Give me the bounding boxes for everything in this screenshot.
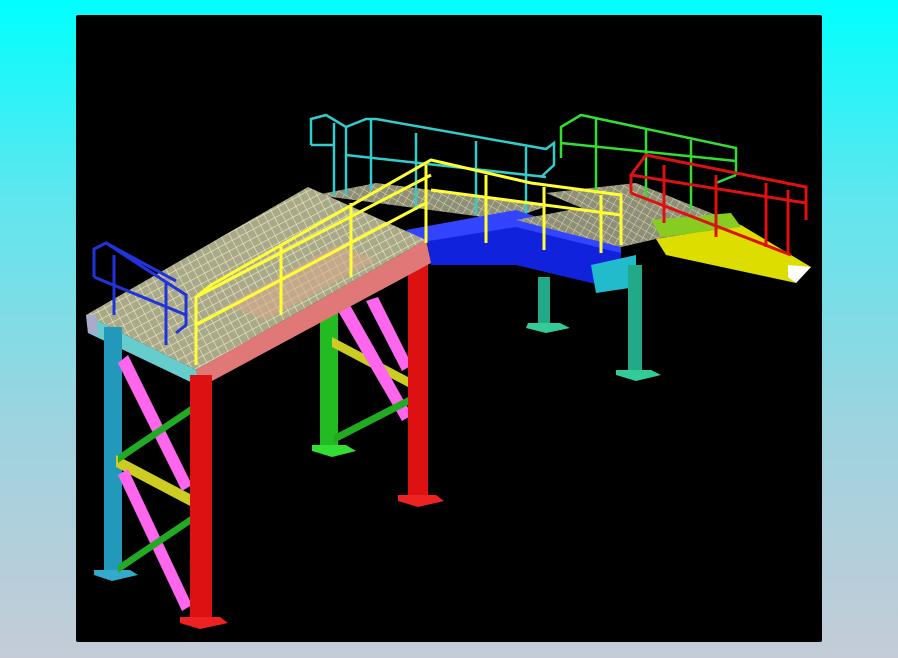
cad-viewport[interactable]: [76, 15, 822, 642]
column-red-front-base: [180, 617, 228, 629]
column-red-front: [190, 375, 212, 625]
column-teal-back-1: [538, 277, 550, 329]
column-red-mid-base: [398, 495, 444, 507]
column-green-mid: [320, 303, 338, 451]
brace-green-front-2: [118, 515, 192, 573]
column-cyan-front-base: [94, 570, 138, 581]
column-green-mid-base: [312, 445, 356, 457]
column-red-mid: [408, 247, 428, 501]
column-teal-back-2: [628, 265, 642, 375]
platform-3d-model: [86, 113, 811, 629]
column-teal-back-2-base: [616, 370, 661, 381]
back-walkway: [309, 113, 556, 220]
column-teal-back-1-base: [526, 323, 570, 333]
brace-green-mid: [334, 395, 412, 443]
beam-white-edge: [86, 315, 98, 335]
blue-beam-assembly: [406, 205, 656, 293]
